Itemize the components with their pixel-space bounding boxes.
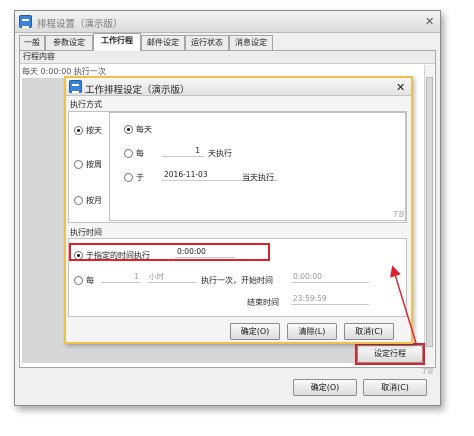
by-week-radio[interactable] (74, 160, 83, 169)
app-icon (19, 15, 32, 28)
schedule-content-header: 行程内容 (20, 51, 435, 64)
dialog-clear-button[interactable]: 清除(L) (287, 323, 337, 340)
by-day-radio[interactable] (74, 126, 83, 135)
cancel-button[interactable]: 取消(C) (363, 379, 427, 396)
exec-time-label: 执行时间 (70, 228, 102, 237)
outer-titlebar: 排程设置（演示版） ✕ (15, 11, 440, 33)
exec-mode-label: 执行方式 (70, 100, 102, 109)
every-n-days-radio[interactable] (124, 149, 133, 158)
tab-mail-settings[interactable]: 邮件设定 (141, 35, 185, 50)
at-time-highlight (69, 243, 270, 261)
dialog-cancel-button[interactable]: 取消(C) (344, 323, 394, 340)
on-day-execute-label: 当天执行 (242, 173, 274, 182)
dialog-ok-button[interactable]: 确定(O) (230, 323, 280, 340)
work-schedule-dialog: 工作排程设定（演示版） ✕ 执行方式 按天 按周 按月 每天 每 1 天执行 于… (64, 76, 413, 344)
tb-logo: TB (422, 367, 434, 376)
inner-titlebar: 工作排程设定（演示版） ✕ (66, 78, 411, 96)
outer-window-title: 排程设置（演示版） (37, 19, 123, 30)
end-time-label: 结束时间 (247, 298, 279, 307)
interval-unit-select[interactable]: 小时 (147, 272, 197, 283)
by-day-label[interactable]: 按天 (86, 125, 102, 136)
tab-message-settings[interactable]: 消息设定 (229, 35, 273, 50)
by-month-radio[interactable] (74, 196, 83, 205)
days-execute-label: 天执行 (208, 149, 232, 158)
set-schedule-highlight (355, 343, 425, 365)
by-week-label[interactable]: 按周 (86, 159, 102, 170)
on-date-label[interactable]: 于 (136, 172, 144, 183)
exec-mode-group: 按天 按周 按月 每天 每 1 天执行 于 2016-11-03 当天执行 TB (68, 111, 407, 223)
tab-parameters[interactable]: 参数设定 (45, 35, 93, 50)
interval-radio[interactable] (74, 276, 83, 285)
close-icon[interactable]: ✕ (425, 15, 434, 28)
tab-run-status[interactable]: 运行状态 (185, 35, 229, 50)
interval-input[interactable]: 1 (101, 272, 141, 283)
every-day-radio[interactable] (124, 125, 133, 134)
dialog-app-icon (69, 80, 82, 93)
day-options-panel: 每天 每 1 天执行 于 2016-11-03 当天执行 TB (109, 112, 406, 221)
vertical-scrollbar[interactable] (424, 65, 434, 365)
interval-every-label[interactable]: 每 (86, 275, 94, 286)
dialog-title: 工作排程设定（演示版） (85, 85, 190, 96)
ok-button[interactable]: 确定(O) (293, 379, 357, 396)
on-date-radio[interactable] (124, 173, 133, 182)
every-n-label[interactable]: 每 (136, 148, 144, 159)
by-month-label[interactable]: 按月 (86, 195, 102, 206)
once-start-label: 执行一次，开始时间 (201, 276, 273, 285)
dialog-close-icon[interactable]: ✕ (396, 81, 405, 94)
end-time-input[interactable]: 23:59:59 (291, 294, 369, 305)
start-time-input[interactable]: 0:00:00 (291, 272, 369, 283)
every-day-label[interactable]: 每天 (136, 124, 152, 135)
tab-general[interactable]: 一般 (19, 35, 45, 50)
dialog-tb-logo: TB (393, 210, 405, 219)
scrollbar-thumb[interactable] (426, 77, 433, 347)
exec-time-group: 于指定的时间执行 0:00:00 每 1 小时 执行一次，开始时间 0:00:0… (68, 238, 407, 317)
every-n-days-input[interactable]: 1 (162, 146, 204, 157)
tab-work-schedule[interactable]: 工作行程 (93, 33, 141, 51)
